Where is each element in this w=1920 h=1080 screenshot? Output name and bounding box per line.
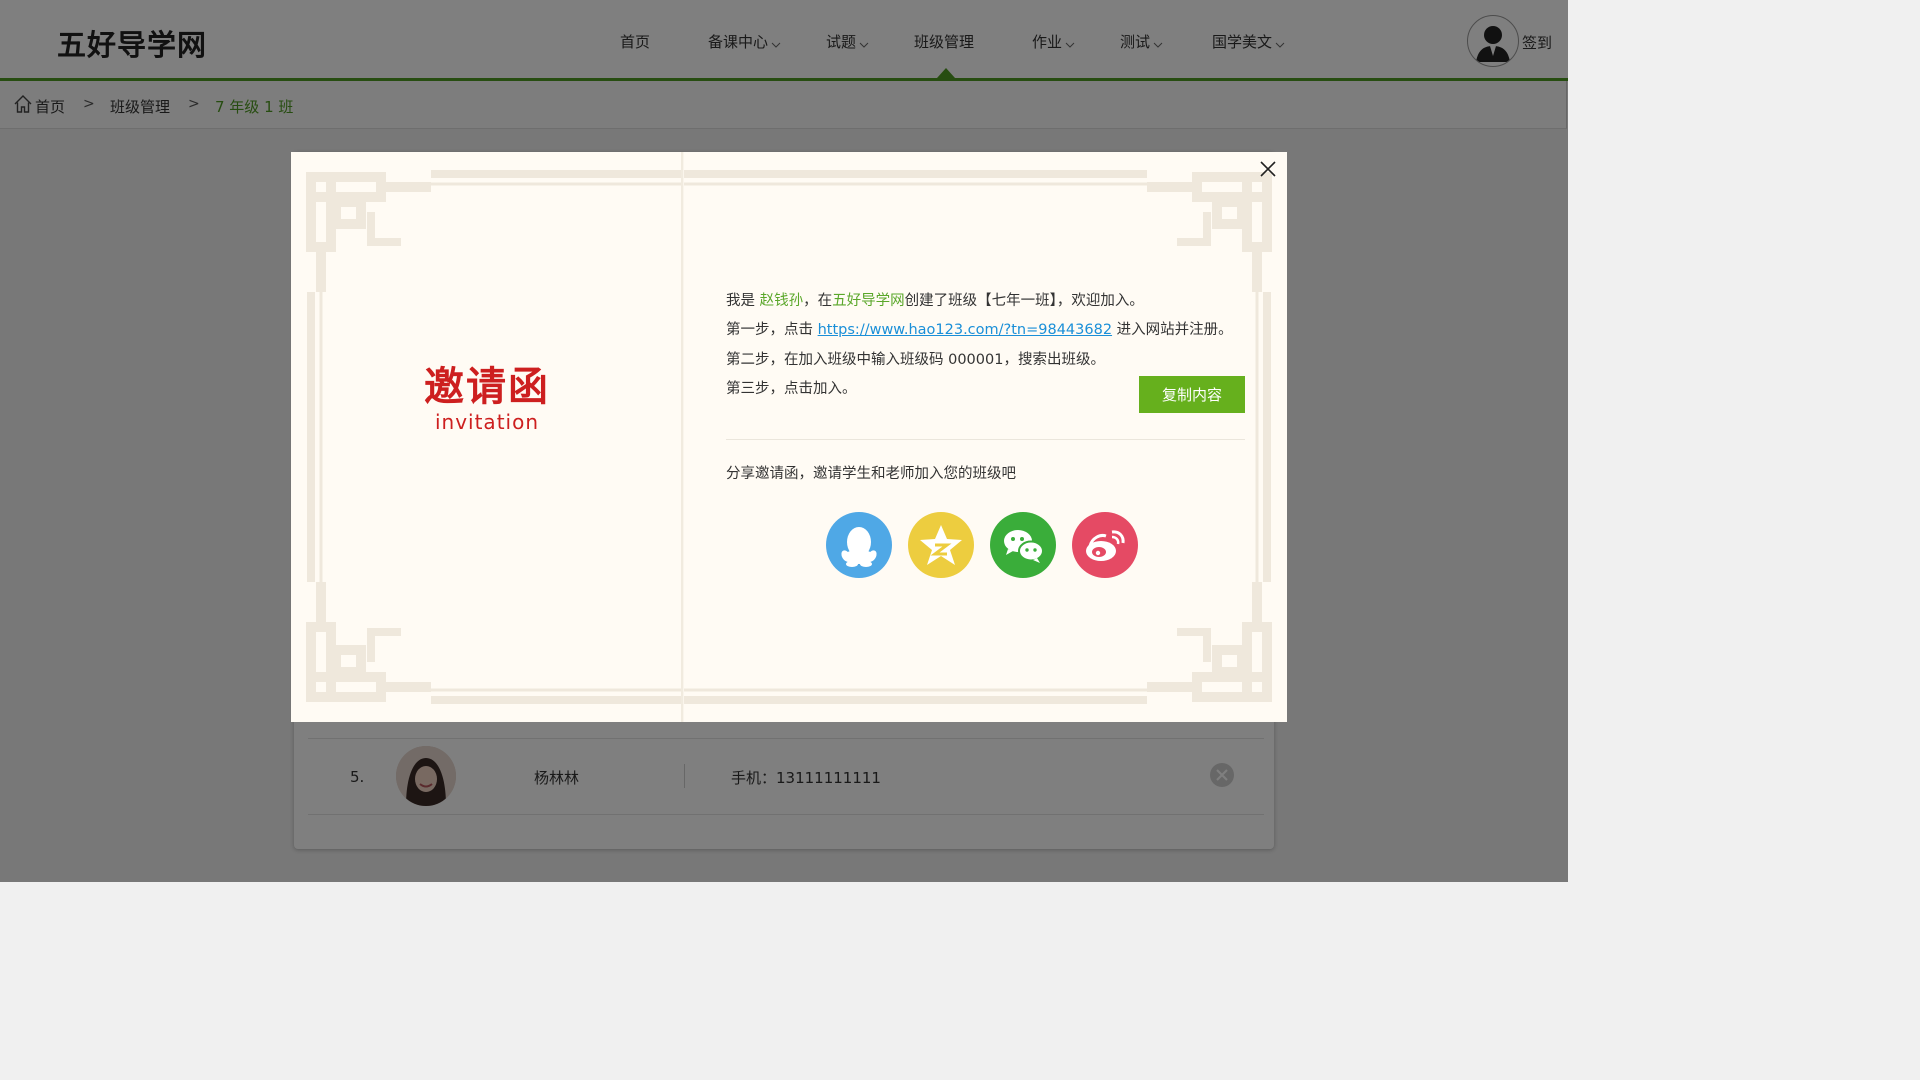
site-name: 五好导学网	[832, 293, 905, 309]
decorative-border-frame	[291, 170, 1287, 704]
weibo-icon	[1086, 530, 1125, 561]
invite-line-1-mid: ，在	[803, 293, 833, 309]
invitation-modal: 邀请函 invitation 我是 赵钱孙，在五好导学网创建了班级【七年一班】，…	[291, 152, 1287, 722]
invite-line-2-suffix: 进入网站并注册。	[1112, 322, 1233, 338]
card-fold-highlight	[683, 152, 684, 722]
share-qzone-button[interactable]	[908, 512, 974, 578]
share-qq-button[interactable]	[826, 512, 892, 578]
wechat-icon	[1004, 530, 1044, 563]
invite-line-2: 第一步，点击 https://www.hao123.com/?tn=984436…	[726, 318, 1233, 339]
register-link[interactable]: https://www.hao123.com/?tn=98443682	[818, 322, 1112, 338]
divider	[726, 439, 1245, 440]
invite-line-1-prefix: 我是	[726, 293, 760, 309]
share-weibo-button[interactable]	[1072, 512, 1138, 578]
invite-line-2-prefix: 第一步，点击	[726, 322, 818, 338]
invitation-title: 邀请函	[424, 364, 550, 410]
invite-line-1: 我是 赵钱孙，在五好导学网创建了班级【七年一班】，欢迎加入。	[726, 289, 1144, 310]
invite-line-3: 第二步，在加入班级中输入班级码 000001，搜索出班级。	[726, 352, 1105, 368]
invite-line-4: 第三步，点击加入。	[726, 381, 857, 397]
inviter-name: 赵钱孙	[759, 293, 804, 309]
share-prompt: 分享邀请函，邀请学生和老师加入您的班级吧	[726, 466, 1016, 482]
qzone-icon	[920, 525, 962, 565]
share-wechat-button[interactable]	[990, 512, 1056, 578]
invitation-subtitle: invitation	[434, 410, 540, 434]
close-modal-button[interactable]	[1257, 158, 1279, 180]
copy-content-button[interactable]: 复制内容	[1139, 376, 1245, 413]
invite-line-1-suffix: 创建了班级【七年一班】，欢迎加入。	[904, 293, 1144, 309]
close-icon	[1260, 161, 1276, 177]
qq-icon	[841, 527, 877, 567]
